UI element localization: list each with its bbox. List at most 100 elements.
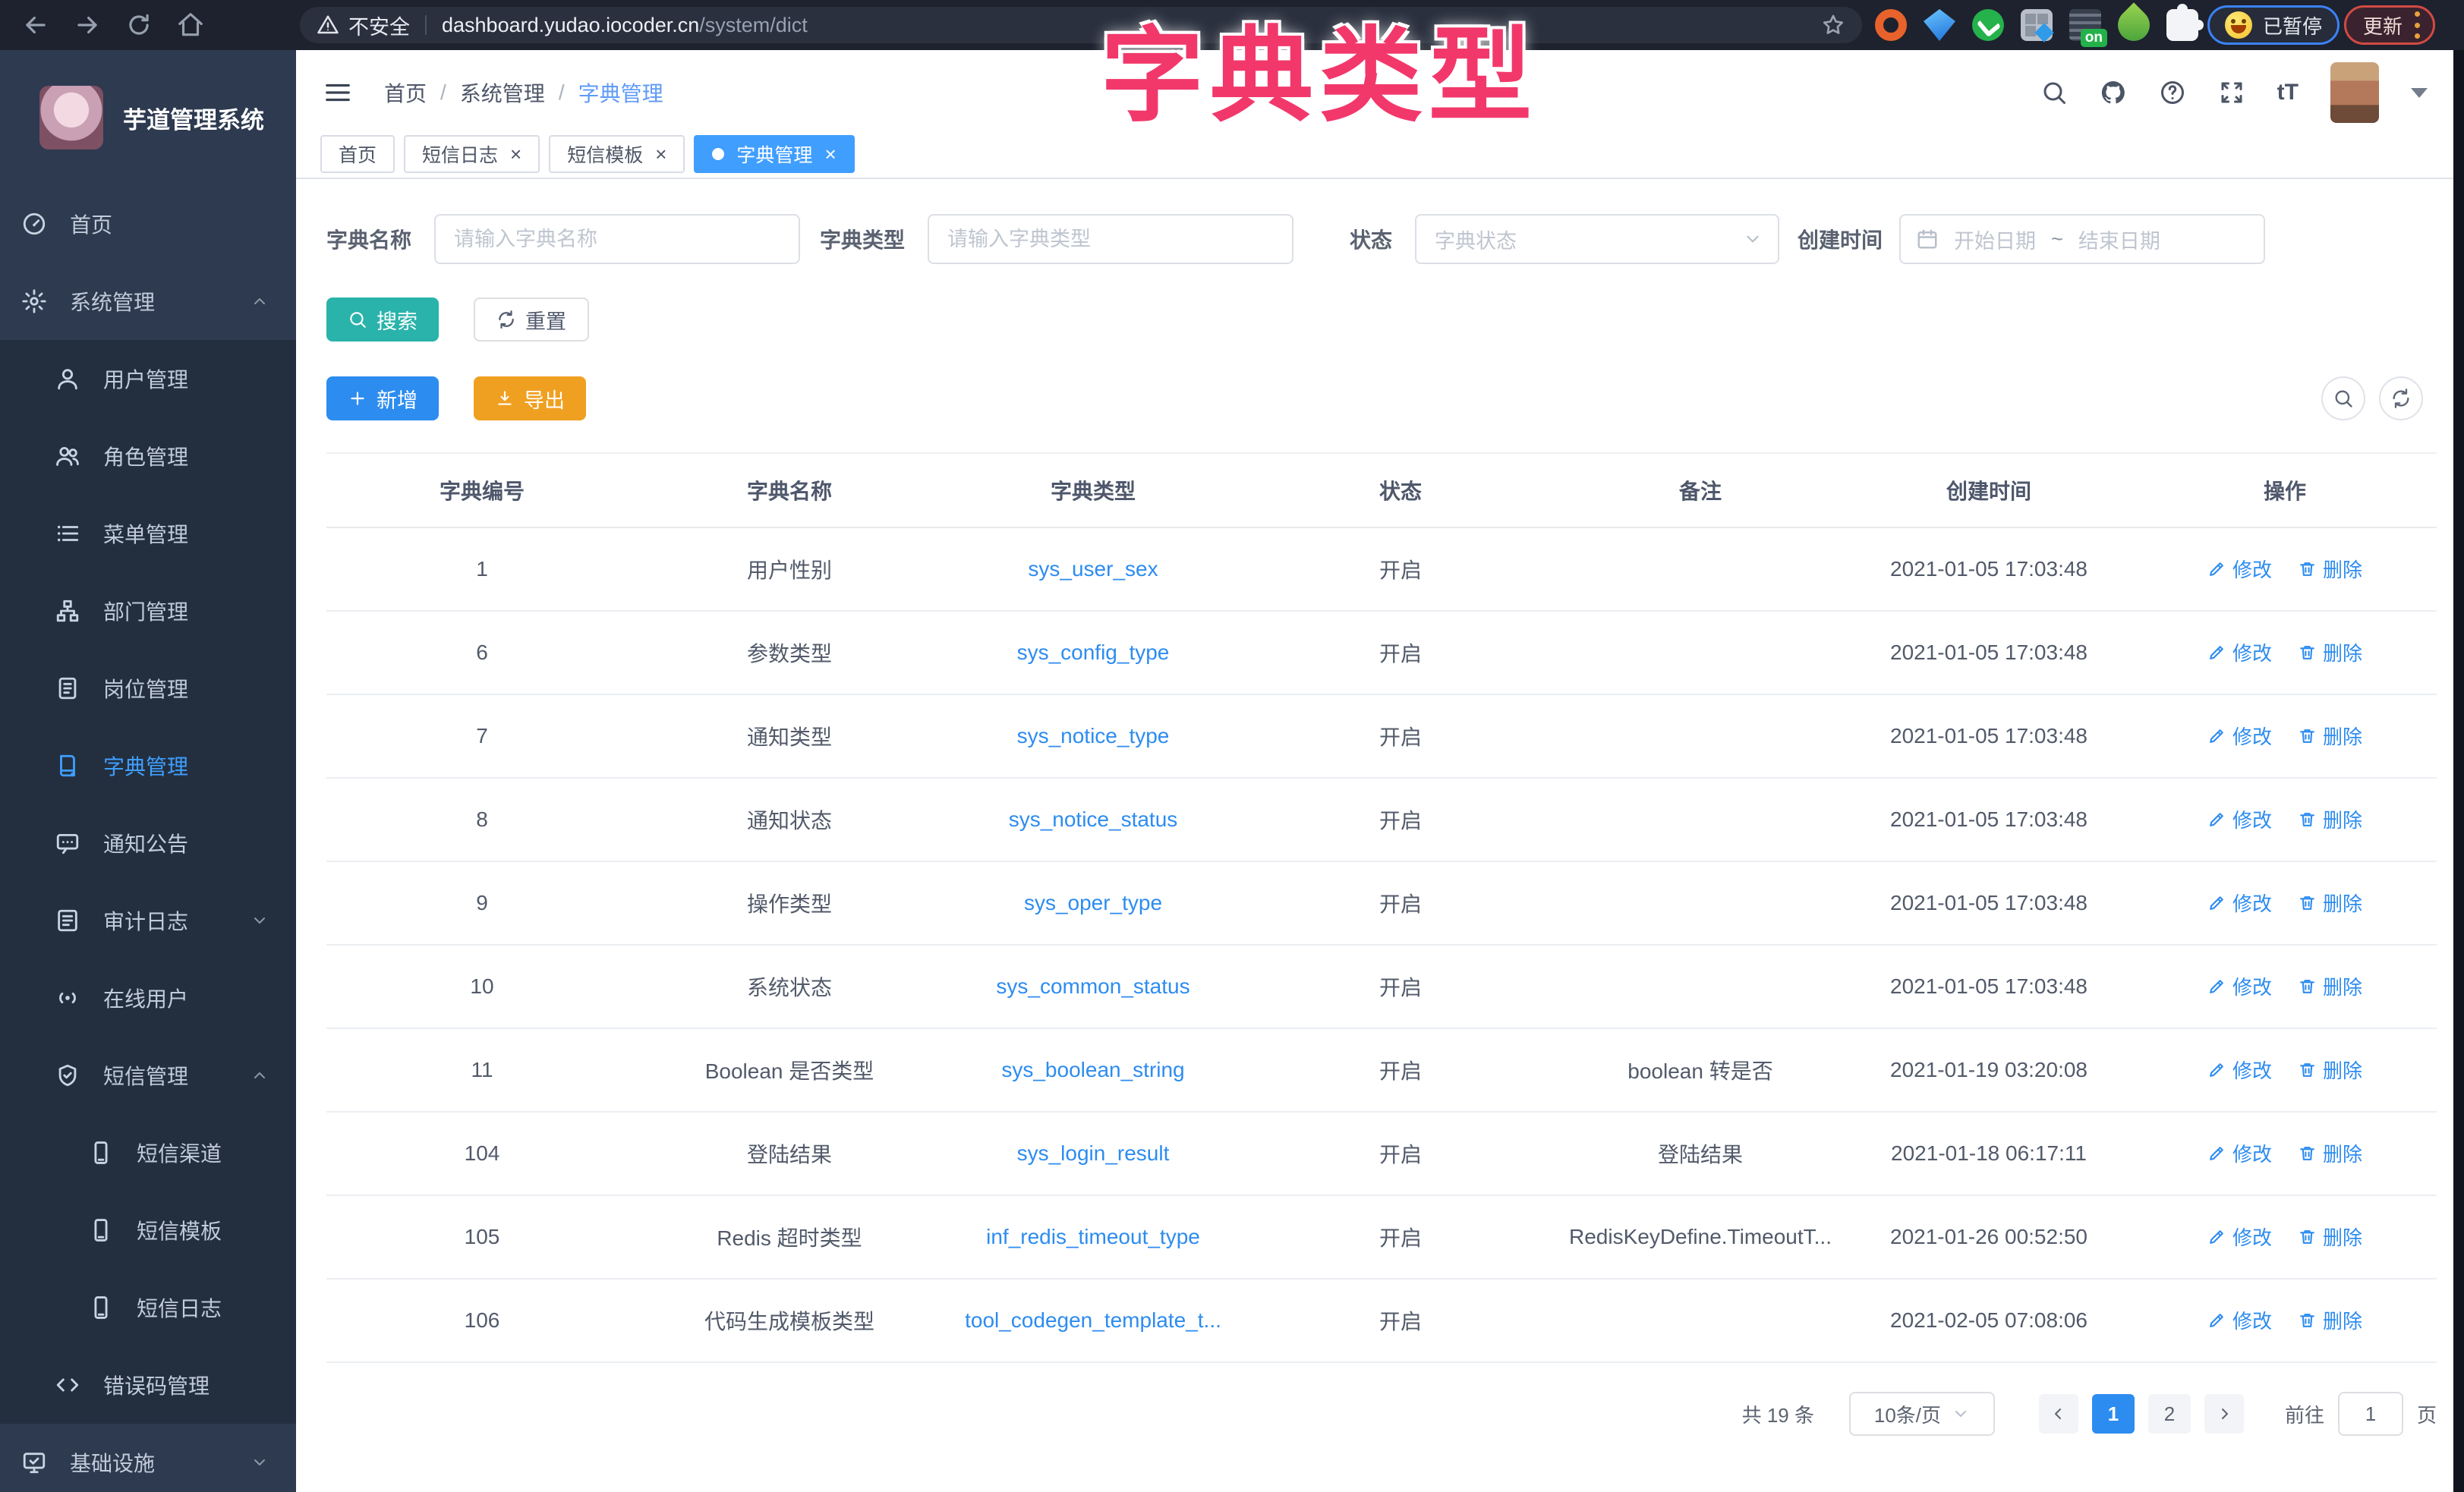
- sidebar-item-sms-channel[interactable]: 短信渠道: [0, 1114, 296, 1191]
- status-select[interactable]: 字典状态: [1415, 214, 1779, 264]
- app-logo[interactable]: 芋道管理系统: [0, 50, 296, 185]
- browser-reload-icon[interactable]: [124, 11, 153, 39]
- delete-link[interactable]: 删除: [2298, 1306, 2362, 1334]
- delete-link[interactable]: 删除: [2298, 805, 2362, 833]
- sidebar-item-user[interactable]: 用户管理: [0, 340, 296, 417]
- collapse-sidebar-icon[interactable]: [323, 78, 352, 107]
- tab-0[interactable]: 首页: [320, 135, 395, 173]
- delete-link[interactable]: 删除: [2298, 722, 2362, 750]
- browser-forward-icon[interactable]: [73, 11, 102, 39]
- close-icon[interactable]: ×: [655, 144, 666, 164]
- search-icon[interactable]: [2040, 79, 2068, 106]
- tab-3[interactable]: 字典管理×: [694, 135, 854, 173]
- close-icon[interactable]: ×: [510, 144, 521, 164]
- delete-link[interactable]: 删除: [2298, 1056, 2362, 1084]
- sidebar-item-role[interactable]: 角色管理: [0, 417, 296, 495]
- dict-name-input[interactable]: [434, 214, 800, 264]
- edit-link[interactable]: 修改: [2207, 889, 2272, 917]
- breadcrumb-home[interactable]: 首页: [384, 77, 427, 108]
- dict-type-link[interactable]: inf_redis_timeout_type: [986, 1225, 1200, 1248]
- sidebar-item-label: 短信渠道: [137, 1138, 222, 1168]
- dict-type-link[interactable]: sys_user_sex: [1028, 557, 1158, 581]
- dict-type-link[interactable]: sys_boolean_string: [1001, 1058, 1184, 1081]
- sidebar-item-error-code[interactable]: 错误码管理: [0, 1346, 296, 1424]
- edit-link[interactable]: 修改: [2207, 1223, 2272, 1251]
- extensions-puzzle-icon[interactable]: [2166, 9, 2198, 41]
- breadcrumb-system[interactable]: 系统管理: [460, 77, 545, 108]
- goto-page-input[interactable]: [2338, 1392, 2403, 1436]
- edit-link[interactable]: 修改: [2207, 555, 2272, 583]
- export-button[interactable]: 导出: [474, 376, 586, 420]
- delete-link[interactable]: 删除: [2298, 1223, 2362, 1251]
- edit-link[interactable]: 修改: [2207, 1056, 2272, 1084]
- dict-type-link[interactable]: sys_login_result: [1017, 1141, 1170, 1165]
- cell-remark: [1556, 694, 1845, 778]
- page-1-button[interactable]: 1: [2092, 1394, 2135, 1434]
- sidebar-item-notice[interactable]: 通知公告: [0, 804, 296, 882]
- dict-type-link[interactable]: sys_config_type: [1017, 641, 1170, 664]
- profile-paused-badge[interactable]: 已暂停: [2207, 5, 2340, 45]
- tab-1[interactable]: 短信日志×: [404, 135, 540, 173]
- cell-dict-name: 系统状态: [638, 945, 941, 1028]
- sidebar-item-online-user[interactable]: 在线用户: [0, 959, 296, 1037]
- dict-type-link[interactable]: sys_common_status: [996, 974, 1189, 998]
- address-bar[interactable]: 不安全 dashboard.yudao.iocoder.cn /system/d…: [300, 7, 1862, 43]
- dict-type-link[interactable]: sys_notice_type: [1017, 724, 1170, 748]
- extension-icon[interactable]: [2021, 9, 2053, 41]
- extension-icon[interactable]: on: [2069, 9, 2101, 41]
- dict-type-link[interactable]: tool_codegen_template_t...: [965, 1308, 1221, 1332]
- sidebar-item-audit-log[interactable]: 审计日志: [0, 882, 296, 959]
- prev-page-button[interactable]: [2039, 1394, 2078, 1434]
- edit-link[interactable]: 修改: [2207, 638, 2272, 666]
- close-icon[interactable]: ×: [824, 144, 836, 164]
- github-icon[interactable]: [2100, 79, 2127, 106]
- font-size-icon[interactable]: tT: [2277, 80, 2299, 105]
- delete-link[interactable]: 删除: [2298, 555, 2362, 583]
- edit-link[interactable]: 修改: [2207, 1139, 2272, 1167]
- table-refresh-button[interactable]: [2379, 376, 2423, 420]
- browser-menu-dots-icon[interactable]: [2415, 11, 2421, 39]
- next-page-button[interactable]: [2204, 1394, 2244, 1434]
- date-range-picker[interactable]: 开始日期 ~ 结束日期: [1899, 214, 2265, 264]
- delete-link[interactable]: 删除: [2298, 889, 2362, 917]
- avatar-caret-down-icon[interactable]: [2411, 88, 2428, 98]
- sidebar-item-infra[interactable]: 基础设施: [0, 1424, 296, 1492]
- extension-icon[interactable]: [1875, 9, 1907, 41]
- tab-2[interactable]: 短信模板×: [549, 135, 685, 173]
- table-search-toggle-button[interactable]: [2321, 376, 2365, 420]
- browser-home-icon[interactable]: [176, 11, 205, 39]
- fullscreen-icon[interactable]: [2218, 79, 2245, 106]
- edit-link[interactable]: 修改: [2207, 972, 2272, 1000]
- page-2-button[interactable]: 2: [2148, 1394, 2191, 1434]
- extension-icon[interactable]: [1924, 9, 1955, 41]
- edit-link[interactable]: 修改: [2207, 722, 2272, 750]
- extension-icon[interactable]: [2111, 2, 2156, 47]
- sidebar-item-home[interactable]: 首页: [0, 185, 296, 263]
- sidebar-item-post[interactable]: 岗位管理: [0, 650, 296, 727]
- sidebar-item-menu[interactable]: 菜单管理: [0, 495, 296, 572]
- sidebar-item-sms[interactable]: 短信管理: [0, 1037, 296, 1114]
- search-button[interactable]: 搜索: [326, 297, 439, 342]
- dict-type-link[interactable]: sys_oper_type: [1024, 891, 1162, 914]
- extension-icon[interactable]: [1972, 9, 2004, 41]
- delete-link[interactable]: 删除: [2298, 1139, 2362, 1167]
- delete-link[interactable]: 删除: [2298, 972, 2362, 1000]
- reset-button[interactable]: 重置: [474, 297, 589, 342]
- help-icon[interactable]: [2159, 79, 2186, 106]
- edit-link[interactable]: 修改: [2207, 1306, 2272, 1334]
- dict-type-link[interactable]: sys_notice_status: [1009, 807, 1178, 831]
- sidebar-item-dict[interactable]: 字典管理: [0, 727, 296, 804]
- add-button[interactable]: 新增: [326, 376, 439, 420]
- sidebar-item-dept[interactable]: 部门管理: [0, 572, 296, 650]
- sidebar-item-system[interactable]: 系统管理: [0, 263, 296, 340]
- delete-link[interactable]: 删除: [2298, 638, 2362, 666]
- browser-update-button[interactable]: 更新: [2344, 5, 2435, 45]
- sidebar-item-sms-template[interactable]: 短信模板: [0, 1191, 296, 1269]
- user-avatar[interactable]: [2330, 62, 2379, 123]
- page-size-select[interactable]: 10条/页: [1849, 1392, 1995, 1436]
- edit-link[interactable]: 修改: [2207, 805, 2272, 833]
- browser-back-icon[interactable]: [21, 11, 50, 39]
- dict-type-input[interactable]: [928, 214, 1293, 264]
- sidebar-item-sms-log[interactable]: 短信日志: [0, 1269, 296, 1346]
- bookmark-star-icon[interactable]: [1821, 13, 1845, 37]
